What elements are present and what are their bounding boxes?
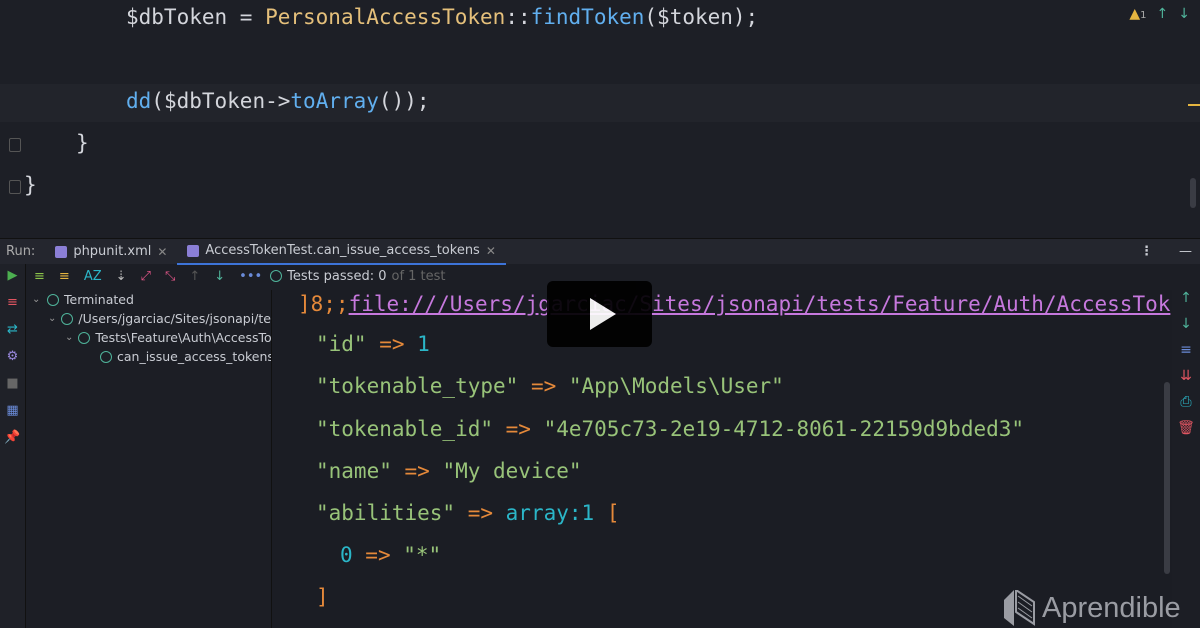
console-output[interactable]: ]8;;file:///Users/jgarciac/Sites/jsonapi… — [272, 290, 1172, 628]
close-icon[interactable]: ✕ — [157, 245, 167, 259]
check-icon — [47, 293, 59, 306]
video-play-button[interactable] — [547, 281, 652, 347]
code-editor[interactable]: $dbToken = PersonalAccessToken::findToke… — [0, 0, 1200, 238]
code-line: dd($dbToken->toArray()); — [126, 89, 430, 113]
test-status-suffix: of 1 test — [391, 268, 446, 284]
fold-icon[interactable] — [9, 180, 21, 194]
stop-icon[interactable]: ■ — [6, 376, 18, 391]
dump-row: "tokenable_type" => "App\Models\User" — [316, 374, 784, 398]
pin-icon[interactable]: 📌 — [4, 430, 20, 445]
tab-phpunit[interactable]: phpunit.xml ✕ — [45, 239, 177, 265]
minimize-icon[interactable]: — — [1179, 244, 1200, 259]
play-icon — [589, 298, 616, 330]
warning-icon[interactable]: ▲1 — [1129, 6, 1146, 22]
marker — [1188, 104, 1200, 106]
trash-icon[interactable]: 🗑 — [1177, 420, 1195, 436]
dump-row: "abilities" => array:1 [ — [316, 501, 620, 525]
prev-failed-icon[interactable]: ↑ — [189, 269, 200, 284]
dump-row: "tokenable_id" => "4e705c73-2e19-4712-80… — [316, 417, 1025, 441]
console-link-line: ]8;;file:///Users/jgarciac/Sites/jsonapi… — [298, 292, 1171, 316]
rerun-icon[interactable]: ▶ — [8, 268, 18, 283]
dump-close: ] — [316, 585, 329, 609]
tree-label: Tests\Feature\Auth\AccessTokenTest — [95, 330, 272, 345]
run-label: Run: — [6, 244, 36, 259]
more-icon[interactable]: ••• — [239, 269, 262, 284]
show-passed-icon[interactable]: ≡ — [34, 269, 45, 284]
next-failed-icon[interactable]: ↓ — [214, 269, 225, 284]
tree-item[interactable]: ⌄ Terminated — [28, 290, 271, 309]
expand-all-icon[interactable]: ⤢ — [141, 269, 151, 284]
soft-wrap-icon[interactable]: ≡ — [1180, 342, 1192, 358]
dump-row: "id" => 1 — [316, 332, 430, 356]
sort-alpha-icon[interactable]: AZ — [84, 269, 102, 284]
sort-duration-icon[interactable]: ⇣ — [116, 269, 127, 284]
code-line: } — [24, 173, 37, 197]
scroll-to-end-icon[interactable]: ⇊ — [1180, 368, 1192, 384]
php-icon — [55, 245, 68, 258]
check-icon — [100, 350, 112, 363]
print-icon[interactable]: ⎙ — [1180, 394, 1191, 410]
brand-name: Aprendible — [1042, 591, 1181, 624]
tree-item[interactable]: can_issue_access_tokens — [28, 347, 271, 366]
collapse-all-icon[interactable]: ⤡ — [165, 269, 175, 284]
toggle-auto-test-icon[interactable]: ⇄ — [7, 322, 18, 337]
dump-row: 0 => "*" — [340, 543, 442, 567]
console-toolbar: ↑ ↓ ≡ ⇊ ⎙ 🗑 — [1172, 290, 1200, 436]
settings-icon[interactable]: ⚙ — [7, 349, 19, 364]
check-icon — [78, 331, 91, 344]
scroll-up-icon[interactable]: ↑ — [1180, 290, 1192, 306]
file-link[interactable]: file:///Users/jgarciac/Sites/jsonapi/tes… — [349, 292, 1171, 316]
tree-label: /Users/jgarciac/Sites/jsonapi/tests — [78, 311, 272, 326]
tree-label: Terminated — [64, 292, 134, 307]
scrollbar[interactable] — [1190, 178, 1196, 208]
dump-row: "name" => "My device" — [316, 459, 582, 483]
aprendible-logo-icon — [1004, 590, 1035, 626]
test-status: Tests passed: 0 — [287, 268, 387, 284]
code-line: $dbToken = PersonalAccessToken::findToke… — [126, 5, 759, 29]
tree-label: can_issue_access_tokens — [117, 349, 272, 364]
arrow-down-icon[interactable]: ↓ — [1178, 6, 1190, 22]
fold-icon[interactable] — [9, 138, 21, 152]
close-icon[interactable]: ✕ — [486, 244, 496, 258]
show-ignored-icon[interactable]: ≡ — [59, 269, 70, 284]
more-icon[interactable]: ⋮ — [1140, 244, 1179, 259]
run-tabbar: Run: phpunit.xml ✕ AccessTokenTest.can_is… — [0, 238, 1200, 265]
code-line: } — [76, 131, 89, 155]
rerun-failed-icon[interactable]: ≡ — [7, 295, 18, 310]
tab-access-token-test[interactable]: AccessTokenTest.can_issue_access_tokens ✕ — [177, 239, 506, 265]
layout-icon[interactable]: ▦ — [6, 403, 18, 418]
check-icon — [270, 270, 283, 282]
tab-label: AccessTokenTest.can_issue_access_tokens — [205, 243, 480, 258]
scroll-down-icon[interactable]: ↓ — [1180, 316, 1192, 332]
tab-label: phpunit.xml — [73, 244, 152, 259]
tree-item[interactable]: ⌄Tests\Feature\Auth\AccessTokenTest — [28, 328, 271, 347]
brand-logo: Aprendible — [1004, 590, 1181, 626]
arrow-up-icon[interactable]: ↑ — [1157, 6, 1169, 22]
php-icon — [187, 244, 200, 257]
tree-item[interactable]: ⌄/Users/jgarciac/Sites/jsonapi/tests — [28, 309, 271, 328]
check-icon — [61, 312, 74, 325]
console-scrollbar[interactable] — [1164, 382, 1170, 574]
test-tree: ⌄ Terminated ⌄/Users/jgarciac/Sites/jsona… — [28, 290, 272, 628]
run-side-toolbar: ▶ ≡ ⇄ ⚙ ■ ▦ 📌 — [0, 264, 26, 628]
